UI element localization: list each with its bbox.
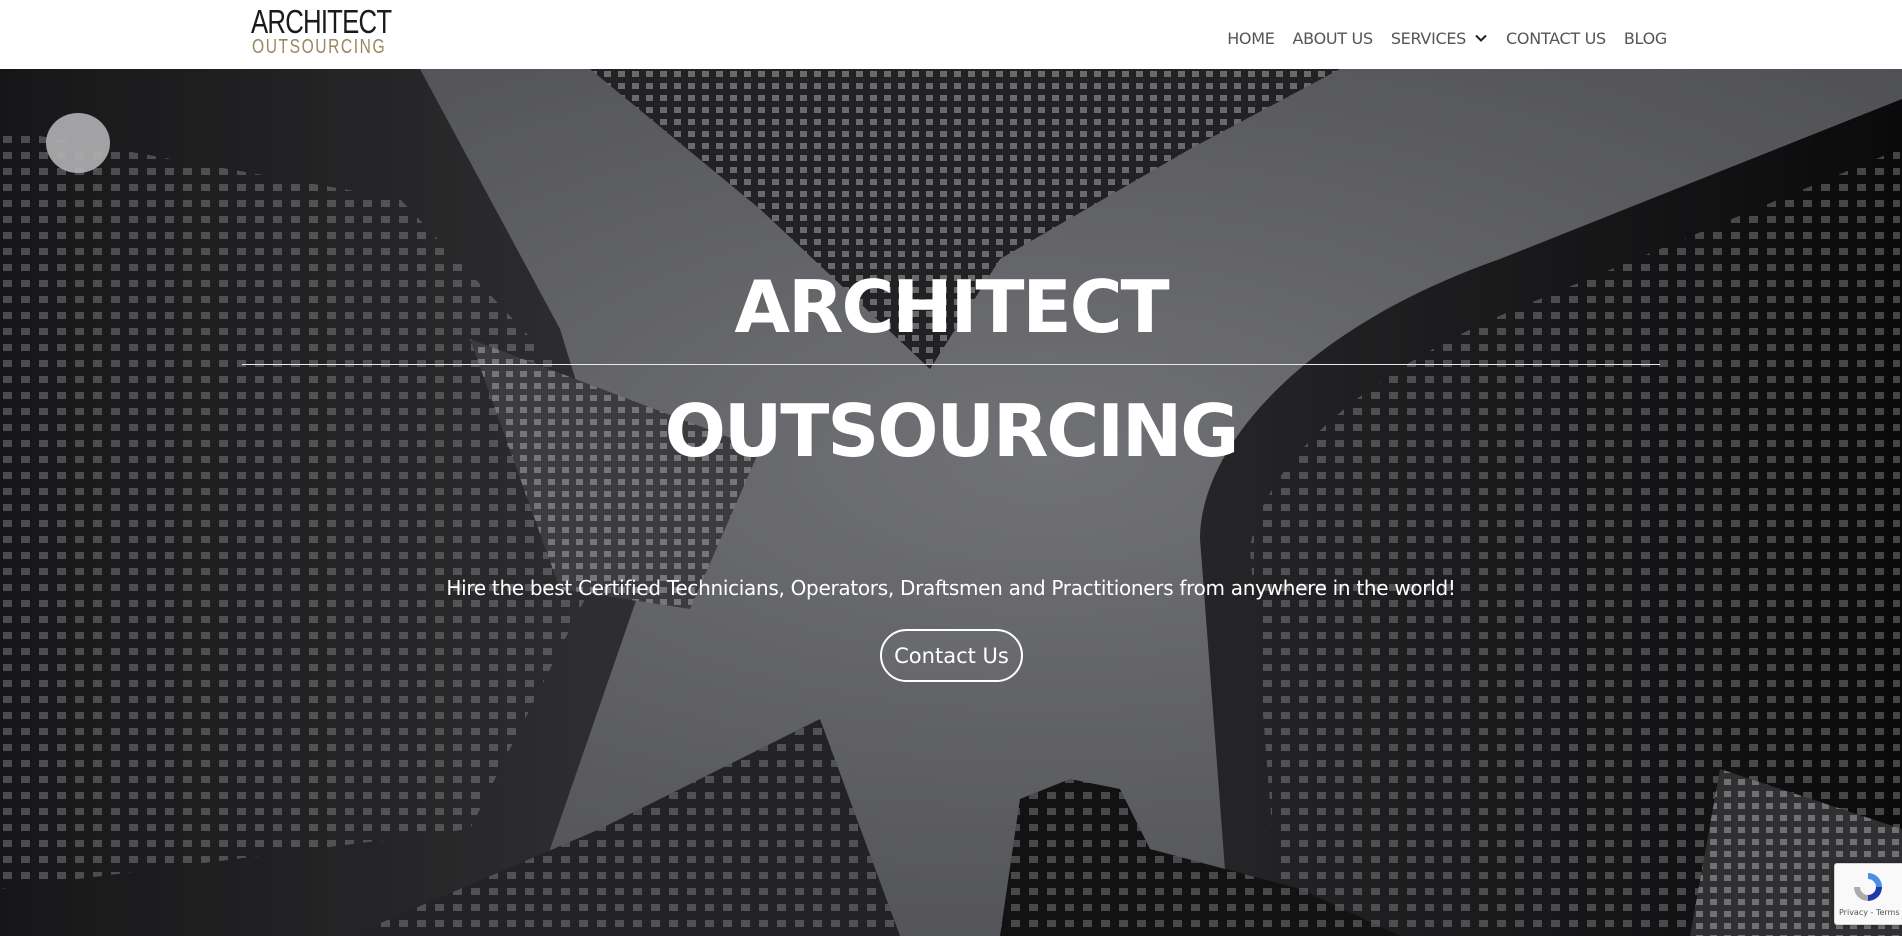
contact-us-button[interactable]: Contact Us <box>880 629 1023 682</box>
site-logo[interactable]: ARCHITECT OUTSOURCING <box>251 4 392 59</box>
recaptcha-privacy-terms[interactable]: Privacy - Terms <box>1839 908 1900 917</box>
main-nav: HOME ABOUT US SERVICES CONTACT US BLOG <box>1209 24 1667 52</box>
logo-top-text: ARCHITECT <box>251 3 392 40</box>
nav-item-contact-us[interactable]: CONTACT US <box>1506 29 1606 48</box>
hero-title-line-2: OUTSOURCING <box>664 389 1240 473</box>
recaptcha-badge[interactable]: Privacy - Terms <box>1834 863 1902 925</box>
recaptcha-icon <box>1854 873 1882 901</box>
logo-bottom-text: OUTSOURCING <box>252 36 387 58</box>
nav-item-blog[interactable]: BLOG <box>1624 29 1667 48</box>
hero-background-image <box>0 69 1902 936</box>
site-header: ARCHITECT OUTSOURCING HOME ABOUT US SERV… <box>0 0 1902 69</box>
nav-item-services-label: SERVICES <box>1390 28 1467 48</box>
nav-item-about-us[interactable]: ABOUT US <box>1293 29 1374 48</box>
nav-item-services[interactable]: SERVICES <box>1391 29 1488 48</box>
nav-item-home[interactable]: HOME <box>1227 29 1275 48</box>
hero-subtitle: Hire the best Certified Technicians, Ope… <box>446 576 1456 600</box>
hero-section: ARCHITECT OUTSOURCING Hire the best Cert… <box>0 69 1902 936</box>
hero-title-line-1: ARCHITECT <box>734 265 1169 349</box>
chevron-down-icon <box>1475 34 1487 42</box>
hero-divider <box>242 364 1660 365</box>
